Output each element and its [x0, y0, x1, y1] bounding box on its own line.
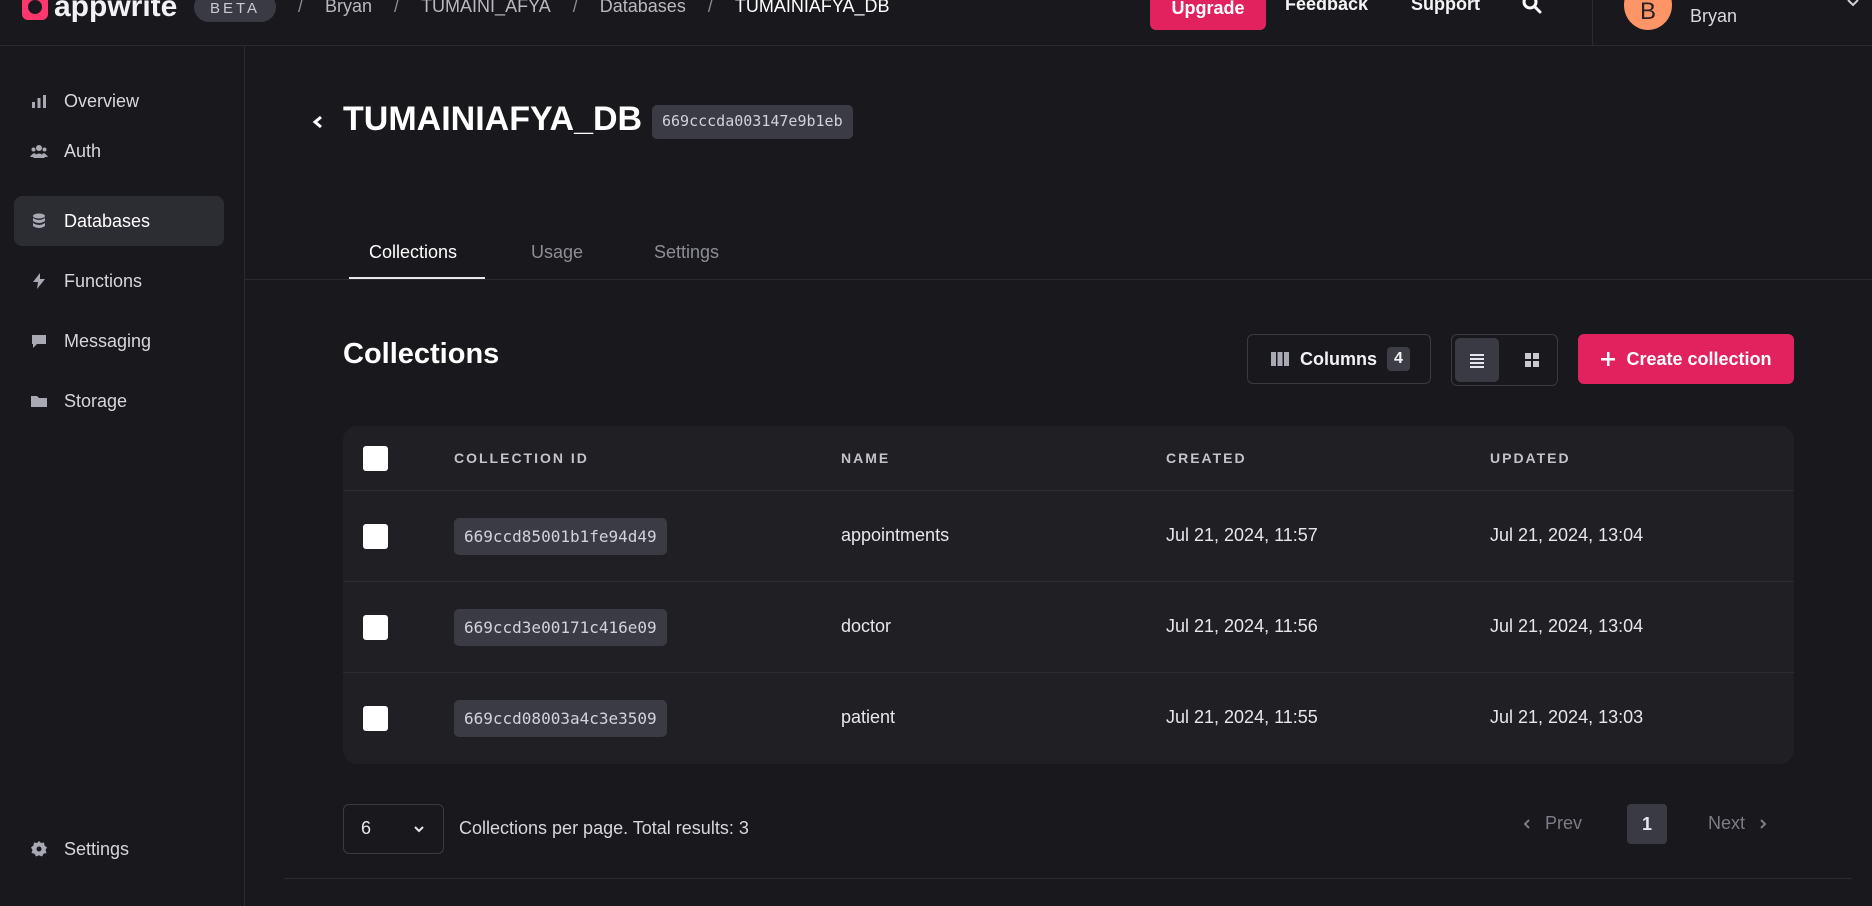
folder-icon [31, 396, 47, 407]
collection-name: doctor [841, 616, 892, 636]
tab-settings[interactable]: Settings [654, 242, 719, 263]
sidebar-item-label: Messaging [64, 330, 152, 351]
active-tab-indicator [349, 277, 485, 279]
prev-label: Prev [1545, 813, 1583, 833]
plus-icon [1601, 352, 1616, 366]
breadcrumb-organization[interactable]: Bryan [325, 0, 372, 17]
grid-view-button[interactable] [1510, 338, 1554, 382]
sidebar-item-storage[interactable]: Storage [14, 376, 224, 426]
column-header-created[interactable]: CREATED [1166, 450, 1247, 466]
breadcrumb-project[interactable]: TUMAINI_AFYA [421, 0, 551, 17]
sidebar-item-label: Auth [64, 140, 102, 161]
sidebar-item-auth[interactable]: Auth [14, 126, 224, 176]
sidebar-item-functions[interactable]: Functions [14, 256, 224, 306]
columns-button[interactable]: Columns 4 [1247, 334, 1431, 384]
list-icon [1470, 354, 1484, 368]
section-title: Collections [343, 338, 500, 370]
sidebar-item-label: Settings [64, 838, 130, 859]
database-icon [33, 213, 45, 228]
table-row[interactable]: 669ccd85001b1fe94d49 appointments Jul 21… [343, 491, 1794, 582]
sidebar-item-label: Storage [64, 390, 128, 411]
list-view-button[interactable] [1455, 338, 1499, 382]
tab-bar: Collections Usage Settings [245, 230, 1872, 280]
users-icon [30, 145, 48, 158]
prev-page-button[interactable]: Prev [1521, 813, 1582, 834]
collection-created: Jul 21, 2024, 11:56 [1166, 616, 1318, 636]
row-checkbox[interactable] [363, 706, 388, 731]
back-chevron-icon[interactable] [310, 114, 326, 130]
sidebar-item-label: Functions [64, 270, 143, 291]
table-row[interactable]: 669ccd08003a4c3e3509 patient Jul 21, 202… [343, 673, 1794, 764]
sidebar-item-settings[interactable]: Settings [14, 824, 224, 874]
collection-created: Jul 21, 2024, 11:55 [1166, 707, 1318, 727]
collection-updated: Jul 21, 2024, 13:03 [1490, 707, 1644, 727]
columns-icon [1271, 352, 1289, 366]
search-icon[interactable] [1520, 0, 1544, 16]
sidebar-item-messaging[interactable]: Messaging [14, 316, 224, 366]
create-collection-label: Create collection [1626, 348, 1772, 369]
grid-icon [1525, 353, 1539, 367]
sidebar-item-label: Overview [64, 90, 140, 111]
column-header-name[interactable]: NAME [841, 450, 890, 466]
user-name[interactable]: Bryan [1690, 6, 1737, 27]
avatar[interactable]: B [1624, 0, 1672, 30]
breadcrumb-databases[interactable]: Databases [600, 0, 686, 17]
breadcrumb-current-database: TUMAINIAFYA_DB [734, 0, 890, 16]
upgrade-button[interactable]: Upgrade [1150, 0, 1266, 30]
chat-icon [32, 335, 46, 348]
select-all-checkbox[interactable] [363, 446, 388, 471]
page-title: TUMAINIAFYA_DB [343, 100, 643, 138]
next-page-button[interactable]: Next [1708, 813, 1769, 834]
breadcrumb: / Bryan / TUMAINI_AFYA / Databases / TUM… [298, 0, 890, 17]
logo-text: appwrite [54, 0, 178, 23]
row-checkbox[interactable] [363, 524, 388, 549]
view-toggle [1451, 334, 1558, 386]
collection-name: patient [841, 707, 896, 727]
columns-count-badge: 4 [1387, 347, 1410, 371]
pagination-summary: Collections per page. Total results: 3 [459, 818, 749, 838]
tab-usage[interactable]: Usage [531, 242, 583, 263]
gear-icon [31, 841, 47, 857]
appwrite-logo[interactable]: appwrite [22, 0, 177, 24]
tab-collections[interactable]: Collections [369, 242, 457, 263]
row-checkbox[interactable] [363, 615, 388, 640]
create-collection-button[interactable]: Create collection [1578, 334, 1794, 384]
collection-updated: Jul 21, 2024, 13:04 [1490, 525, 1644, 545]
chevron-down-icon [414, 826, 424, 833]
sidebar-item-databases[interactable]: Databases [14, 196, 224, 246]
table-header: COLLECTION ID NAME CREATED UPDATED [343, 426, 1794, 491]
collection-id-badge[interactable]: 669ccd85001b1fe94d49 [454, 518, 667, 555]
appwrite-logo-icon [22, 0, 48, 20]
next-label: Next [1708, 813, 1746, 833]
chevron-left-icon [1523, 818, 1530, 829]
columns-label: Columns [1300, 348, 1378, 369]
bar-chart-icon [32, 95, 46, 108]
column-header-collection-id[interactable]: COLLECTION ID [454, 450, 589, 466]
collection-name: appointments [841, 525, 950, 545]
sidebar-item-overview[interactable]: Overview [14, 76, 224, 126]
collections-table: COLLECTION ID NAME CREATED UPDATED 669cc… [343, 426, 1794, 764]
per-page-value: 6 [361, 818, 372, 838]
table-row[interactable]: 669ccd3e00171c416e09 doctor Jul 21, 2024… [343, 582, 1794, 673]
column-header-updated[interactable]: UPDATED [1490, 450, 1571, 466]
collection-id-badge[interactable]: 669ccd08003a4c3e3509 [454, 700, 667, 737]
collection-updated: Jul 21, 2024, 13:04 [1490, 616, 1644, 636]
sidebar: Overview Auth Databases Functions Messag… [0, 46, 245, 906]
support-button[interactable]: Support [1411, 0, 1480, 15]
beta-badge: BETA [194, 0, 277, 22]
lightning-icon [33, 273, 45, 289]
collection-created: Jul 21, 2024, 11:57 [1166, 525, 1318, 545]
feedback-button[interactable]: Feedback [1285, 0, 1368, 15]
database-id-badge[interactable]: 669cccda003147e9b1eb [652, 105, 853, 139]
collection-id-badge[interactable]: 669ccd3e00171c416e09 [454, 609, 667, 646]
chevron-right-icon [1760, 818, 1767, 829]
chevron-down-icon[interactable] [1844, 0, 1862, 12]
sidebar-item-label: Databases [64, 210, 151, 231]
page-number-button[interactable]: 1 [1627, 804, 1667, 844]
top-bar: appwrite BETA / Bryan / TUMAINI_AFYA / D… [0, 0, 1872, 46]
per-page-select[interactable]: 6 [343, 804, 444, 854]
